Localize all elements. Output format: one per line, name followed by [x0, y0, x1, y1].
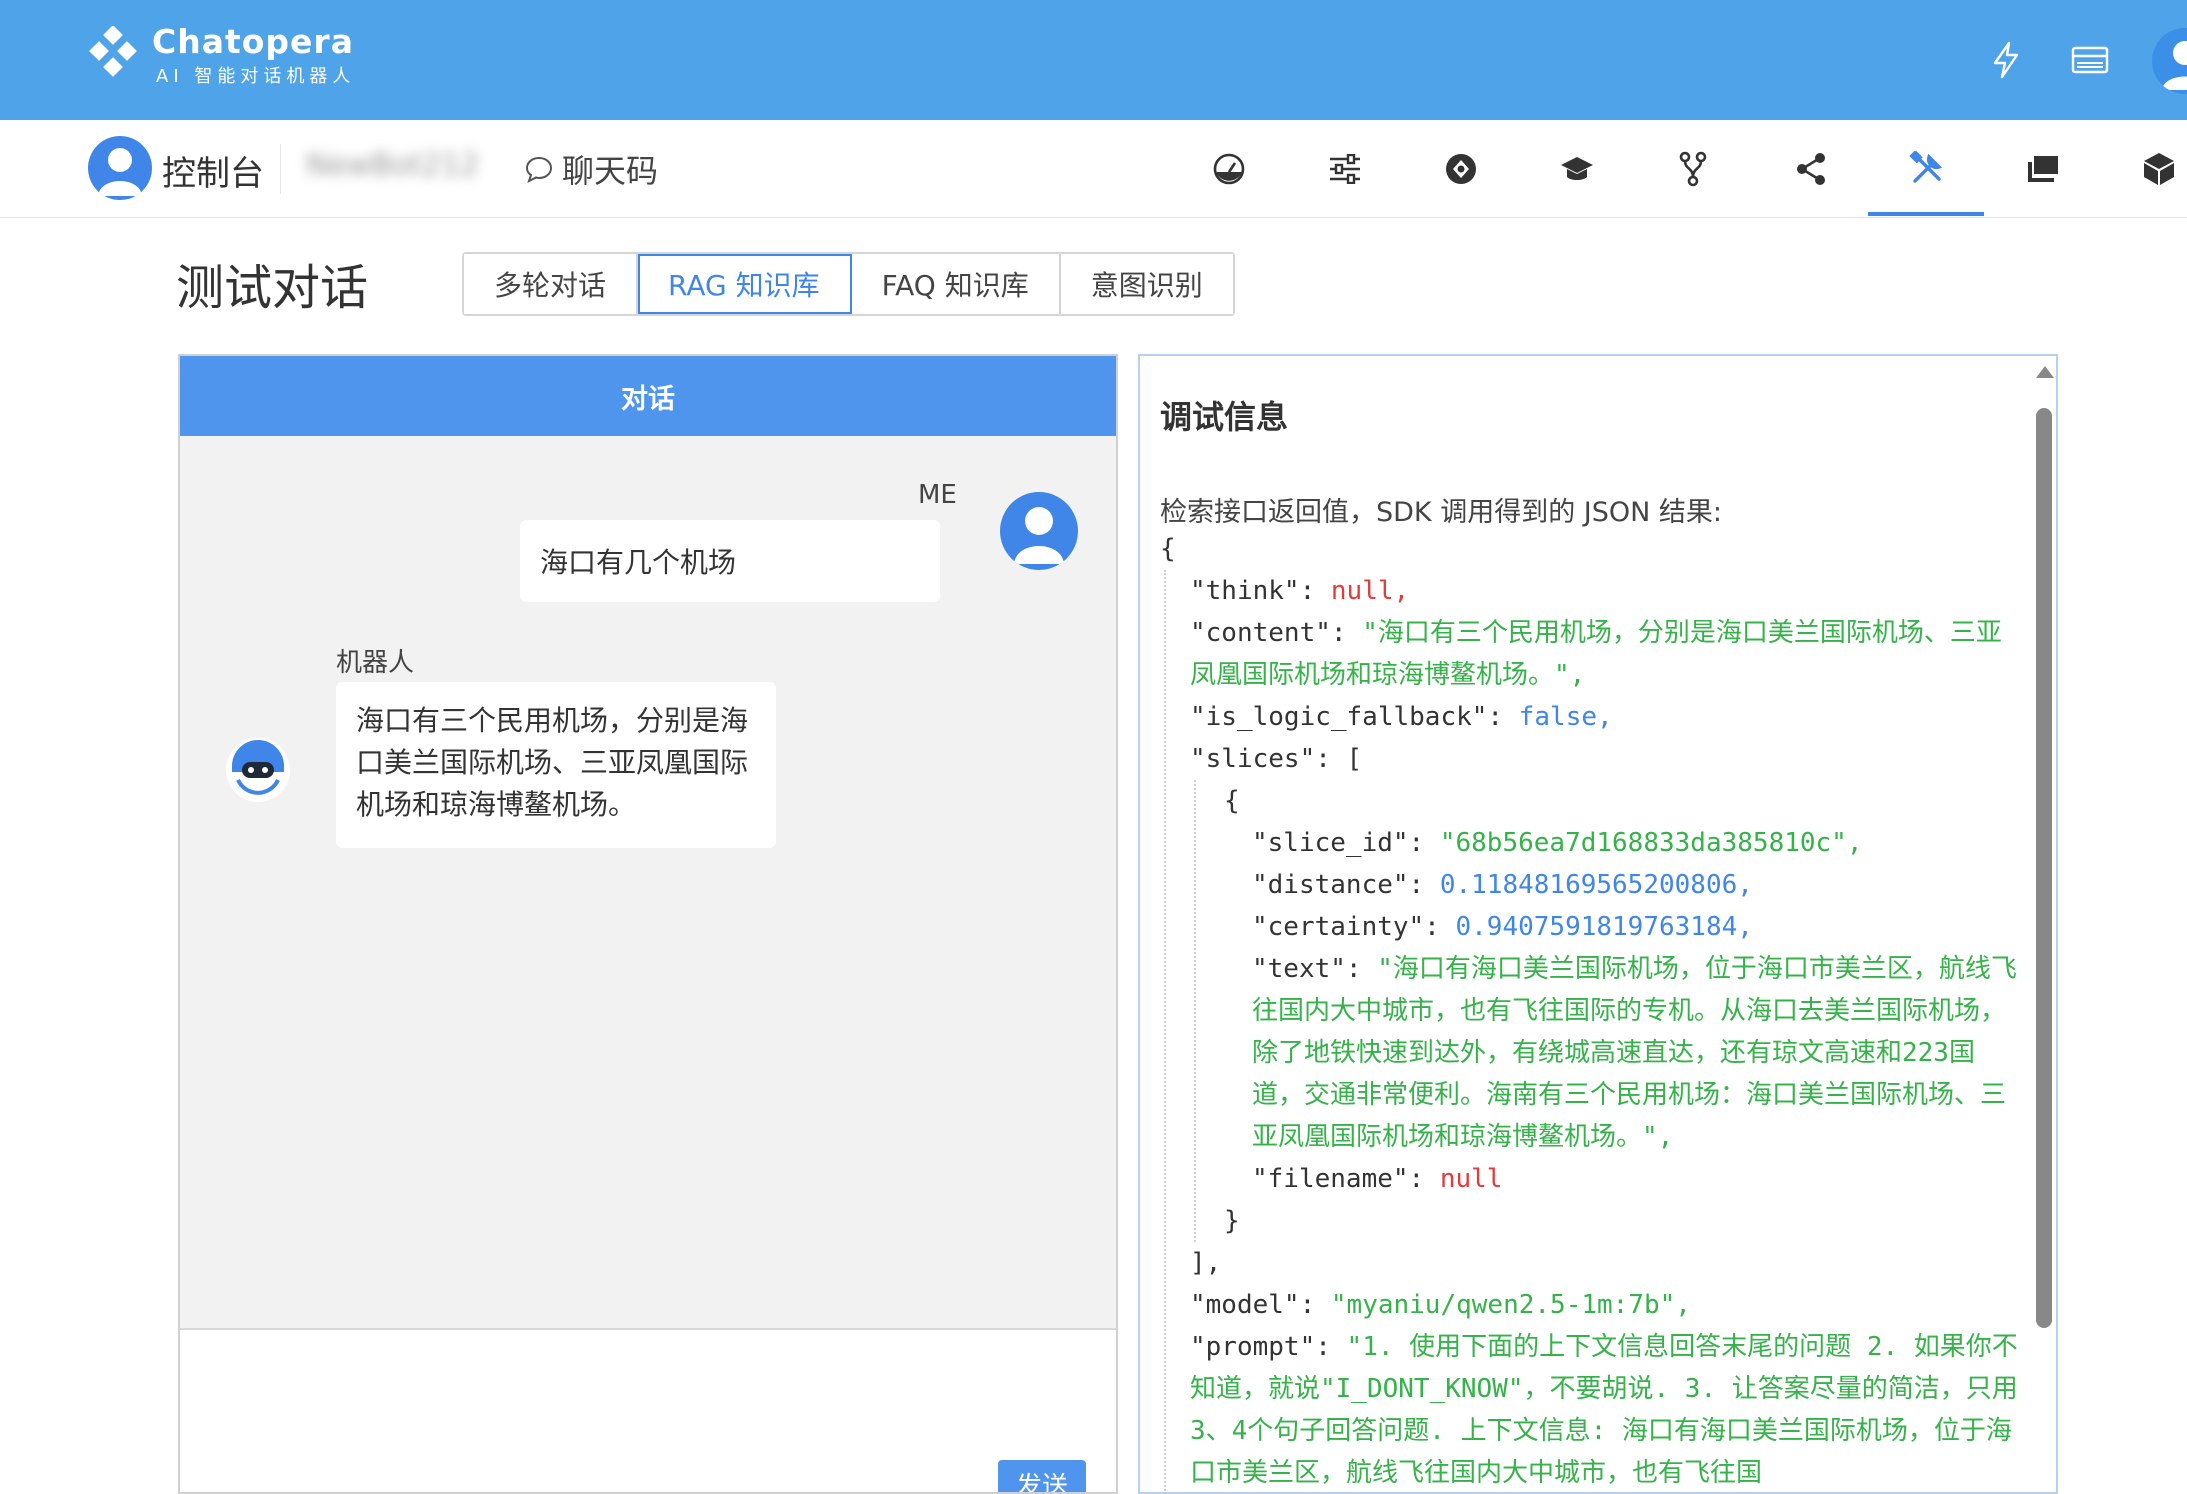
json-value-think: null, [1330, 576, 1410, 606]
chatopera-logo-icon [89, 26, 137, 77]
chat-header: 对话 [180, 356, 1116, 436]
chat-panel: 对话 ME 海口有几个机场 机器人 海口有三个民用机场，分别是海口美兰国际机场、… [178, 354, 1118, 1494]
json-line-text: "text": "海口有海口美兰国际机场，位于海口市美兰区，航线飞往国内大中城市… [1252, 954, 2017, 1152]
me-message: 海口有几个机场 [520, 520, 940, 602]
me-label: ME [918, 480, 957, 510]
json-line-slice-id: "slice_id": "68b56ea7d168833da385810c", [1252, 828, 1863, 858]
test-tabs: 多轮对话 RAG 知识库 FAQ 知识库 意图识别 [462, 252, 1235, 316]
share-icon[interactable] [1786, 144, 1836, 194]
json-line-content: "content": "海口有三个民用机场，分别是海口美兰国际机场、三亚凤凰国际… [1190, 618, 2002, 690]
console-title[interactable]: 控制台 [162, 146, 264, 195]
nav-divider [280, 144, 281, 194]
json-line-prompt: "prompt": "1. 使用下面的上下文信息回答末尾的问题 2. 如果你不知… [1190, 1332, 2018, 1488]
chat-code-label: 聊天码 [562, 152, 659, 190]
json-line-model: "model": "myaniu/qwen2.5-1m:7b", [1190, 1290, 1691, 1320]
json-line-certainty: "certainty": 0.9407591819763184, [1252, 912, 1753, 942]
chat-code-link[interactable]: 聊天码 [524, 146, 658, 192]
json-line-think: "think": null, [1190, 576, 1410, 606]
debug-panel: 调试信息 检索接口返回值，SDK 调用得到的 JSON 结果: { "think… [1138, 354, 2058, 1494]
bot-label: 机器人 [336, 648, 415, 678]
tab-rag-knowledge[interactable]: RAG 知识库 [638, 254, 852, 314]
json-value-distance: 0.11848169565200806, [1439, 870, 1753, 900]
settings-sliders-icon[interactable] [1320, 144, 1370, 194]
debug-description: 检索接口返回值，SDK 调用得到的 JSON 结果: [1160, 497, 1723, 528]
json-line-filename: "filename": null [1252, 1164, 1503, 1194]
debug-scrollbar[interactable] [2032, 366, 2056, 1492]
json-value-slice-id: "68b56ea7d168833da385810c", [1439, 828, 1863, 858]
json-value-filename: null [1439, 1164, 1503, 1194]
scroll-thumb[interactable] [2036, 408, 2052, 1328]
json-line-fallback: "is_logic_fallback": false, [1190, 702, 1613, 732]
send-button[interactable]: 发送 [998, 1460, 1086, 1492]
nav-bar: 控制台 NewBot212 聊天码 [0, 120, 2187, 218]
console-avatar[interactable] [88, 136, 152, 200]
api-icon[interactable] [1436, 144, 1486, 194]
chat-messages: ME 海口有几个机场 机器人 海口有三个民用机场，分别是海口美兰国际机场、三亚凤… [180, 436, 1116, 1330]
lightning-icon[interactable] [1984, 38, 2028, 82]
chat-bubble-icon [525, 156, 553, 183]
branch-icon[interactable] [1668, 144, 1718, 194]
page-title: 测试对话 [176, 260, 369, 316]
brand-subtitle: AI 智能对话机器人 [156, 66, 356, 87]
tab-multi-turn[interactable]: 多轮对话 [464, 254, 639, 314]
top-bar: Chatopera AI 智能对话机器人 [0, 0, 2187, 120]
json-line-slices: "slices": [ [1190, 744, 1363, 774]
json-value-model: "myaniu/qwen2.5-1m:7b", [1330, 1290, 1691, 1320]
nav-active-indicator [1868, 212, 1984, 216]
bot-name: NewBot212 [306, 148, 480, 183]
user-avatar[interactable] [2152, 28, 2187, 94]
tab-faq-knowledge[interactable]: FAQ 知识库 [851, 254, 1061, 314]
cube-icon[interactable] [2134, 144, 2184, 194]
scroll-up-arrow-icon[interactable] [2036, 366, 2054, 378]
bot-message: 海口有三个民用机场，分别是海口美兰国际机场、三亚凤凰国际机场和琼海博鳌机场。 [336, 682, 776, 848]
debug-title: 调试信息 [1160, 398, 1289, 436]
tools-icon[interactable] [1902, 144, 1952, 194]
dashboard-icon[interactable] [1204, 144, 1254, 194]
robot-avatar-icon [226, 738, 290, 802]
tab-intent-recognition[interactable]: 意图识别 [1060, 254, 1233, 314]
chat-window-icon[interactable] [2018, 144, 2068, 194]
card-icon[interactable] [2068, 38, 2112, 82]
json-open-brace: { [1160, 534, 1176, 564]
brand-name: Chatopera [152, 22, 354, 61]
graduation-cap-icon[interactable] [1552, 144, 1602, 194]
json-viewer: { "think": null, "content": "海口有三个民用机场，分… [1160, 528, 2020, 1492]
me-avatar [1000, 492, 1078, 570]
json-value-fallback: false, [1518, 702, 1613, 732]
json-line-distance: "distance": 0.11848169565200806, [1252, 870, 1753, 900]
json-value-certainty: 0.9407591819763184, [1455, 912, 1753, 942]
